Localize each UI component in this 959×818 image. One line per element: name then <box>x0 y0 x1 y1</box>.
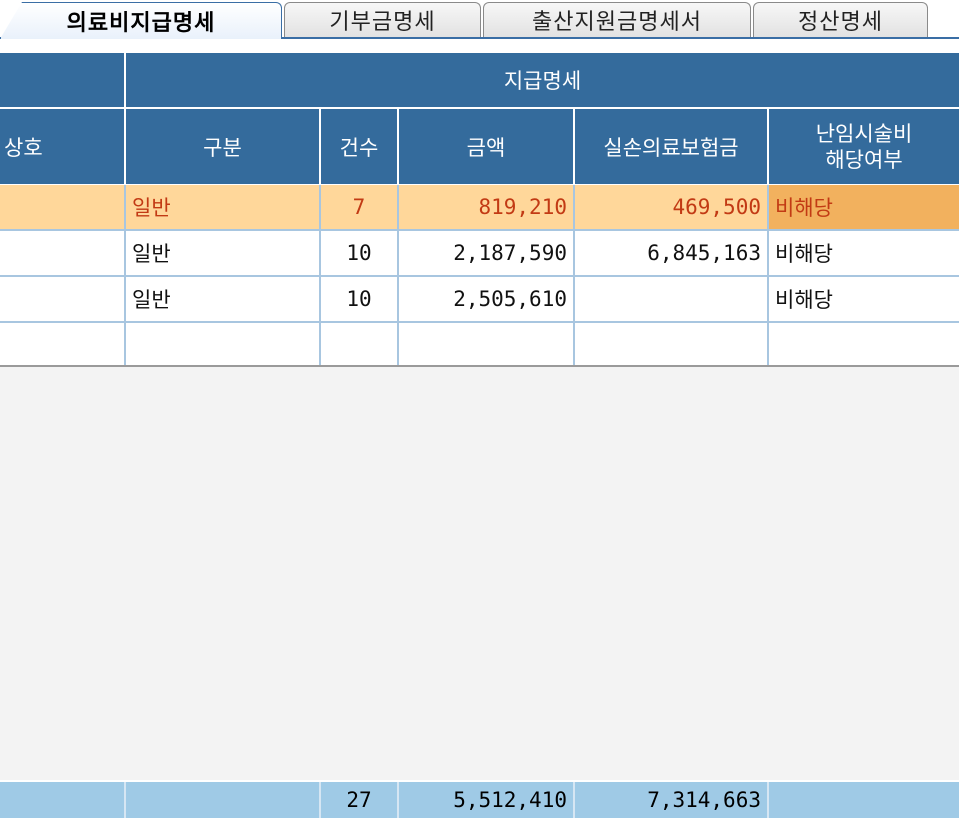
tab-medical-expense[interactable]: 의료비지급명세 <box>0 2 282 39</box>
cell-shop[interactable] <box>0 185 124 229</box>
table-row[interactable] <box>0 323 959 365</box>
column-divider <box>124 185 126 365</box>
table-row[interactable]: 일반 10 2,187,590 6,845,163 비해당 <box>0 231 959 275</box>
cell-infertility[interactable]: 비해당 <box>769 185 959 229</box>
cell-amount[interactable] <box>399 323 573 365</box>
cell-shop[interactable] <box>0 277 124 321</box>
cell-shop[interactable] <box>0 231 124 275</box>
header-amount[interactable]: 금액 <box>399 109 573 184</box>
row-divider <box>0 275 959 277</box>
cell-amount[interactable]: 2,505,610 <box>399 277 573 321</box>
tab-settlement[interactable]: 정산명세 <box>753 2 928 37</box>
totals-column-divider <box>319 782 321 818</box>
totals-row: 27 5,512,410 7,314,663 <box>0 782 959 818</box>
header-shop[interactable]: 상호 <box>0 109 124 184</box>
cell-insurance[interactable] <box>575 277 767 321</box>
header-insurance-label: 실손의료보험금 <box>603 135 739 160</box>
header-infertility-label-1: 난임시술비 <box>815 121 913 146</box>
header-type-label: 구분 <box>203 135 242 160</box>
cell-type[interactable] <box>126 323 319 365</box>
cell-count[interactable]: 10 <box>321 277 397 321</box>
cell-amount[interactable]: 819,210 <box>399 185 573 229</box>
header-group-payment-details: 지급명세 <box>126 53 959 107</box>
cell-amount[interactable]: 2,187,590 <box>399 231 573 275</box>
cell-count[interactable]: 7 <box>321 185 397 229</box>
total-amount: 5,512,410 <box>453 788 567 812</box>
column-divider <box>397 185 399 365</box>
cell-infertility[interactable]: 비해당 <box>769 231 959 275</box>
row-divider <box>0 321 959 323</box>
cell-insurance[interactable]: 469,500 <box>575 185 767 229</box>
cell-insurance[interactable] <box>575 323 767 365</box>
header-group-label: 지급명세 <box>503 69 582 93</box>
header-count[interactable]: 건수 <box>321 109 397 184</box>
header-type[interactable]: 구분 <box>126 109 319 184</box>
tab-label: 의료비지급명세 <box>66 11 216 36</box>
header-amount-label: 금액 <box>466 135 506 160</box>
grid-empty-area <box>0 367 959 780</box>
column-divider <box>319 185 321 365</box>
header-blank-cell <box>0 53 124 107</box>
header-count-label: 건수 <box>339 135 379 160</box>
tab-childbirth-support[interactable]: 출산지원금명세서 <box>483 2 751 37</box>
header-infertility[interactable]: 난임시술비 해당여부 <box>769 109 959 184</box>
totals-column-divider <box>397 782 399 818</box>
tab-donation[interactable]: 기부금명세 <box>284 2 481 37</box>
column-divider <box>767 185 769 365</box>
totals-column-divider <box>124 782 126 818</box>
totals-column-divider <box>767 782 769 818</box>
cell-insurance[interactable]: 6,845,163 <box>575 231 767 275</box>
cell-count[interactable]: 10 <box>321 231 397 275</box>
tab-bar: 의료비지급명세 기부금명세 출산지원금명세서 정산명세 <box>0 0 959 48</box>
header-infertility-label-2: 해당여부 <box>825 147 903 172</box>
tab-label: 기부금명세 <box>329 10 436 35</box>
cell-type[interactable]: 일반 <box>126 277 319 321</box>
totals-column-divider <box>573 782 575 818</box>
total-insurance: 7,314,663 <box>647 788 761 812</box>
table-row[interactable]: 일반 10 2,505,610 비해당 <box>0 277 959 321</box>
column-divider <box>573 185 575 365</box>
row-divider <box>0 229 959 231</box>
totals-spacer <box>0 782 124 818</box>
cell-type[interactable]: 일반 <box>126 231 319 275</box>
cell-shop[interactable] <box>0 323 124 365</box>
tab-label: 정산명세 <box>798 10 883 35</box>
header-insurance[interactable]: 실손의료보험금 <box>575 109 767 184</box>
tab-label: 출산지원금명세서 <box>532 10 702 35</box>
cell-type[interactable]: 일반 <box>126 185 319 229</box>
cell-infertility[interactable] <box>769 323 959 365</box>
total-count: 27 <box>346 788 372 812</box>
cell-count[interactable] <box>321 323 397 365</box>
table-row[interactable]: 일반 7 819,210 469,500 비해당 <box>0 185 959 229</box>
cell-infertility[interactable]: 비해당 <box>769 277 959 321</box>
header-shop-label: 상호 <box>4 135 43 160</box>
